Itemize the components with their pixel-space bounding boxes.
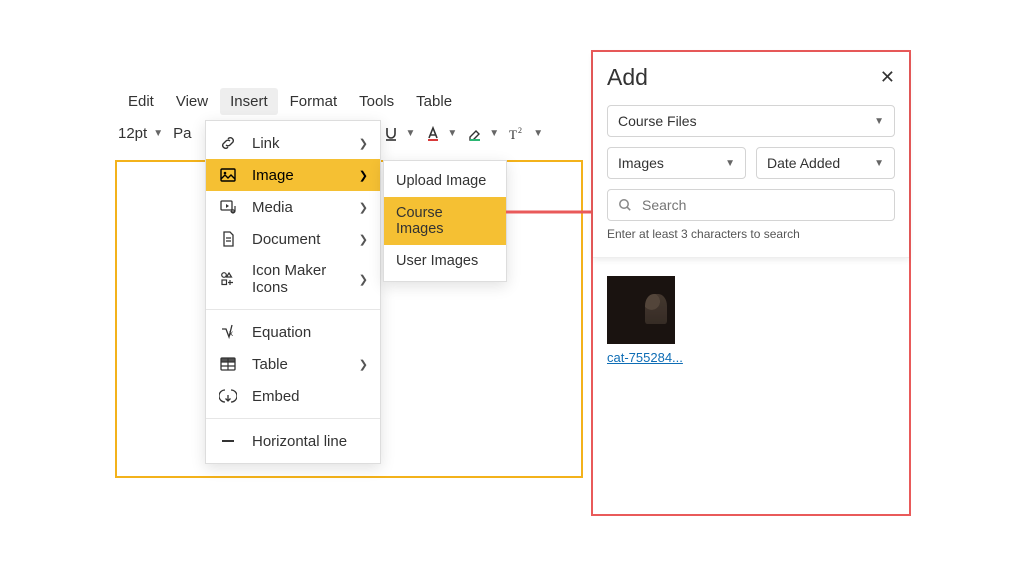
submenu-upload-image[interactable]: Upload Image bbox=[384, 165, 506, 197]
sort-value: Date Added bbox=[767, 155, 840, 171]
insert-image[interactable]: Image ❯ bbox=[206, 159, 380, 191]
chevron-down-icon: ▼ bbox=[533, 128, 543, 139]
files-scope-value: Course Files bbox=[618, 113, 697, 129]
chevron-down-icon: ▼ bbox=[874, 158, 884, 169]
menubar: Edit View Insert Format Tools Table bbox=[118, 88, 584, 115]
embed-icon bbox=[218, 387, 238, 405]
panel-title: Add bbox=[607, 64, 648, 91]
menu-table[interactable]: Table bbox=[406, 88, 462, 115]
image-thumbnail[interactable] bbox=[607, 276, 675, 344]
chevron-right-icon: ❯ bbox=[359, 137, 368, 150]
insert-menu: Link ❯ Image ❯ Media ❯ Document ❯ Icon M… bbox=[205, 120, 381, 464]
insert-media[interactable]: Media ❯ bbox=[206, 191, 380, 223]
image-thumbnail-label[interactable]: cat-755284... bbox=[607, 350, 895, 365]
chevron-right-icon: ❯ bbox=[359, 169, 368, 182]
insert-equation[interactable]: x Equation bbox=[206, 316, 380, 348]
image-submenu: Upload Image Course Images User Images bbox=[383, 160, 507, 282]
insert-table[interactable]: Table ❯ bbox=[206, 348, 380, 380]
text-color-button[interactable]: ▼ bbox=[425, 126, 457, 142]
insert-hr-label: Horizontal line bbox=[252, 433, 368, 450]
font-size-select[interactable]: 12pt ▼ bbox=[118, 125, 163, 142]
chevron-down-icon: ▼ bbox=[874, 116, 884, 127]
menu-tools[interactable]: Tools bbox=[349, 88, 404, 115]
insert-table-label: Table bbox=[252, 356, 345, 373]
insert-icon-maker-label: Icon Maker Icons bbox=[252, 262, 345, 296]
font-size-value: 12pt bbox=[118, 125, 147, 142]
close-icon[interactable]: ✕ bbox=[880, 67, 895, 88]
document-icon bbox=[218, 230, 238, 248]
chevron-down-icon: ▼ bbox=[447, 128, 457, 139]
superscript-icon: T2 bbox=[509, 126, 527, 142]
insert-document[interactable]: Document ❯ bbox=[206, 223, 380, 255]
menu-edit[interactable]: Edit bbox=[118, 88, 164, 115]
link-icon bbox=[218, 134, 238, 152]
search-field-wrap bbox=[607, 189, 895, 221]
insert-icon-maker[interactable]: Icon Maker Icons ❯ bbox=[206, 255, 380, 303]
highlight-icon bbox=[467, 126, 483, 142]
menu-format[interactable]: Format bbox=[280, 88, 348, 115]
insert-link-label: Link bbox=[252, 135, 345, 152]
text-color-icon bbox=[425, 126, 441, 142]
insert-equation-label: Equation bbox=[252, 324, 368, 341]
content-type-value: Images bbox=[618, 155, 664, 171]
insert-hr[interactable]: Horizontal line bbox=[206, 425, 380, 457]
svg-text:2: 2 bbox=[518, 126, 522, 135]
files-scope-select[interactable]: Course Files ▼ bbox=[607, 105, 895, 137]
chevron-right-icon: ❯ bbox=[359, 201, 368, 214]
horizontal-line-icon bbox=[218, 432, 238, 450]
underline-button[interactable]: ▼ bbox=[383, 126, 415, 142]
submenu-course-images[interactable]: Course Images bbox=[384, 197, 506, 245]
search-hint: Enter at least 3 characters to search bbox=[607, 227, 895, 241]
search-icon bbox=[618, 198, 632, 212]
chevron-down-icon: ▼ bbox=[153, 128, 163, 139]
chevron-right-icon: ❯ bbox=[359, 233, 368, 246]
chevron-down-icon: ▼ bbox=[725, 158, 735, 169]
paragraph-style-stub: Pa bbox=[173, 125, 191, 142]
underline-icon bbox=[383, 126, 399, 142]
image-icon bbox=[218, 166, 238, 184]
chevron-down-icon: ▼ bbox=[489, 128, 499, 139]
menu-insert[interactable]: Insert bbox=[220, 88, 278, 115]
media-icon bbox=[218, 198, 238, 216]
chevron-right-icon: ❯ bbox=[359, 358, 368, 371]
content-type-select[interactable]: Images ▼ bbox=[607, 147, 746, 179]
highlight-color-button[interactable]: ▼ bbox=[467, 126, 499, 142]
chevron-right-icon: ❯ bbox=[359, 273, 368, 286]
insert-media-label: Media bbox=[252, 199, 345, 216]
menu-view[interactable]: View bbox=[166, 88, 218, 115]
svg-text:T: T bbox=[509, 127, 517, 142]
insert-embed[interactable]: Embed bbox=[206, 380, 380, 412]
insert-link[interactable]: Link ❯ bbox=[206, 127, 380, 159]
submenu-user-images[interactable]: User Images bbox=[384, 245, 506, 277]
search-input[interactable] bbox=[640, 196, 884, 214]
shapes-icon bbox=[218, 270, 238, 288]
sort-select[interactable]: Date Added ▼ bbox=[756, 147, 895, 179]
equation-icon: x bbox=[218, 323, 238, 341]
add-panel: Add ✕ Course Files ▼ Images ▼ Date Added… bbox=[593, 52, 909, 383]
svg-text:x: x bbox=[229, 329, 233, 338]
insert-embed-label: Embed bbox=[252, 388, 368, 405]
superscript-button[interactable]: T2 ▼ bbox=[509, 126, 543, 142]
table-icon bbox=[218, 355, 238, 373]
insert-document-label: Document bbox=[252, 231, 345, 248]
paragraph-style-select[interactable]: Pa bbox=[173, 125, 191, 142]
chevron-down-icon: ▼ bbox=[405, 128, 415, 139]
insert-image-label: Image bbox=[252, 167, 345, 184]
